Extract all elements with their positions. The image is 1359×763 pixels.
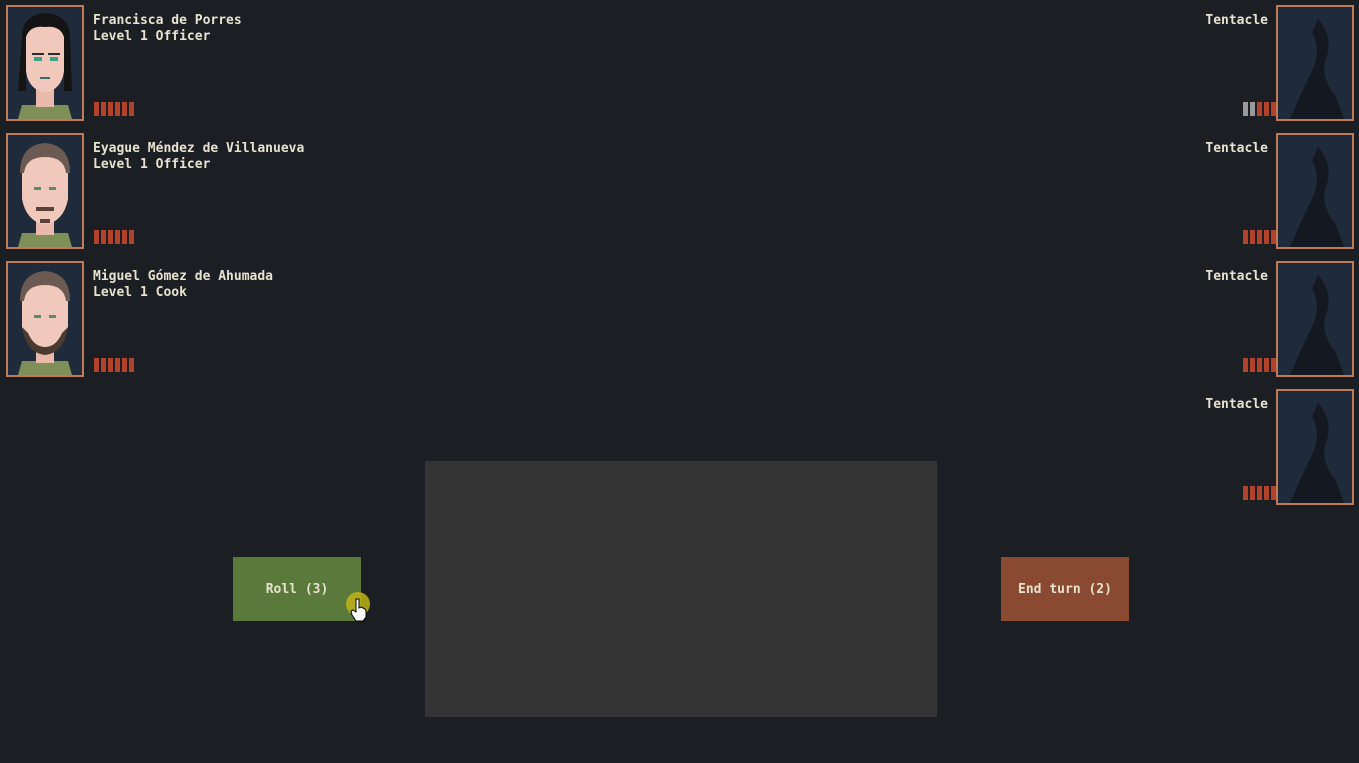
portrait-tentacle[interactable] [1276,133,1354,249]
hp-pip [122,358,127,372]
hp-pip [1243,102,1248,116]
enemy-hp-bar [1243,358,1276,372]
hp-pip [101,358,106,372]
portrait-eyague-image [8,135,82,247]
end-turn-button[interactable]: End turn (2) [1001,557,1129,621]
portrait-francisca[interactable] [6,5,84,121]
party-member-name: Eyague Méndez de Villanueva [93,141,305,156]
hp-pip [1250,486,1255,500]
hp-pip [1250,230,1255,244]
enemy-name: Tentacle [1205,397,1268,412]
party-hp-bar [94,102,134,116]
hp-pip [1264,230,1269,244]
party-member-role: Level 1 Officer [93,29,211,44]
hp-pip [1264,486,1269,500]
hp-pip [108,230,113,244]
tentacle-icon [1278,135,1352,247]
portrait-miguel[interactable] [6,261,84,377]
hp-pip [1257,358,1262,372]
party-member-role: Level 1 Officer [93,157,211,172]
hp-pip [108,102,113,116]
portrait-tentacle[interactable] [1276,5,1354,121]
hp-pip [129,230,134,244]
hp-pip [115,102,120,116]
party-hp-bar [94,230,134,244]
hp-pip [129,358,134,372]
party-member-name: Francisca de Porres [93,13,242,28]
portrait-tentacle[interactable] [1276,389,1354,505]
enemy-hp-bar [1243,230,1276,244]
party-hp-bar [94,358,134,372]
tentacle-icon [1278,7,1352,119]
portrait-tentacle[interactable] [1276,261,1354,377]
enemy-name: Tentacle [1205,141,1268,156]
hp-pip [129,102,134,116]
hp-pip [115,358,120,372]
party-member-role: Level 1 Cook [93,285,187,300]
party-member-name: Miguel Gómez de Ahumada [93,269,274,284]
hp-pip [122,230,127,244]
hp-pip [108,358,113,372]
hp-pip [1264,358,1269,372]
hp-pip [1243,230,1248,244]
hp-pip [1257,102,1262,116]
enemy-name: Tentacle [1205,269,1268,284]
hp-pip [94,102,99,116]
enemy-name: Tentacle [1205,13,1268,28]
dice-board[interactable] [425,461,937,717]
portrait-miguel-image [8,263,82,375]
hp-pip [1257,486,1262,500]
hp-pip [1250,358,1255,372]
hp-pip [122,102,127,116]
hp-pip [101,230,106,244]
hp-pip [94,230,99,244]
hp-pip [115,230,120,244]
hp-pip [101,102,106,116]
enemy-hp-bar [1243,486,1276,500]
tentacle-icon [1278,391,1352,503]
hp-pip [1243,358,1248,372]
portrait-francisca-image [8,7,82,119]
enemy-hp-bar [1243,102,1276,116]
hp-pip [94,358,99,372]
hp-pip [1257,230,1262,244]
hand-cursor-icon [350,598,367,622]
hp-pip [1250,102,1255,116]
hp-pip [1243,486,1248,500]
roll-button[interactable]: Roll (3) [233,557,361,621]
tentacle-icon [1278,263,1352,375]
hp-pip [1264,102,1269,116]
portrait-eyague[interactable] [6,133,84,249]
